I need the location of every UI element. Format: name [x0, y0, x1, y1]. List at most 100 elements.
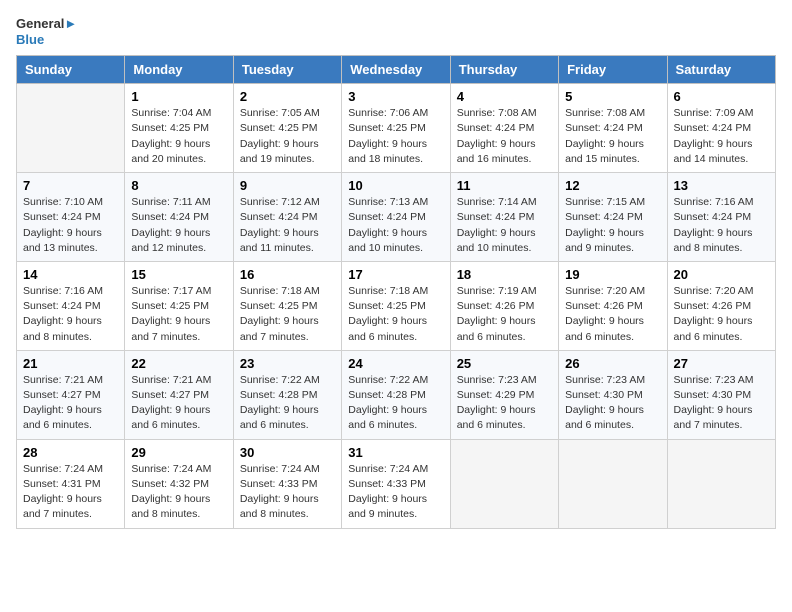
day-info: Sunrise: 7:24 AMSunset: 4:33 PMDaylight:… [240, 462, 335, 523]
day-number: 5 [565, 89, 660, 104]
calendar-cell: 7 Sunrise: 7:10 AMSunset: 4:24 PMDaylight… [17, 173, 125, 262]
calendar-cell: 20 Sunrise: 7:20 AMSunset: 4:26 PMDayligh… [667, 261, 775, 350]
calendar-cell: 29 Sunrise: 7:24 AMSunset: 4:32 PMDayligh… [125, 439, 233, 528]
calendar-cell [667, 439, 775, 528]
logo-blue: Blue [16, 32, 77, 48]
calendar-cell: 25 Sunrise: 7:23 AMSunset: 4:29 PMDayligh… [450, 350, 558, 439]
calendar-header: SundayMondayTuesdayWednesdayThursdayFrid… [17, 56, 776, 84]
day-number: 20 [674, 267, 769, 282]
day-info: Sunrise: 7:15 AMSunset: 4:24 PMDaylight:… [565, 195, 660, 256]
calendar-cell [450, 439, 558, 528]
day-info: Sunrise: 7:22 AMSunset: 4:28 PMDaylight:… [348, 373, 443, 434]
calendar-cell: 11 Sunrise: 7:14 AMSunset: 4:24 PMDayligh… [450, 173, 558, 262]
day-info: Sunrise: 7:20 AMSunset: 4:26 PMDaylight:… [565, 284, 660, 345]
day-number: 4 [457, 89, 552, 104]
calendar-cell: 18 Sunrise: 7:19 AMSunset: 4:26 PMDayligh… [450, 261, 558, 350]
calendar-cell: 15 Sunrise: 7:17 AMSunset: 4:25 PMDayligh… [125, 261, 233, 350]
calendar-week-1: 1 Sunrise: 7:04 AMSunset: 4:25 PMDaylight… [17, 84, 776, 173]
weekday-header-sunday: Sunday [17, 56, 125, 84]
day-info: Sunrise: 7:20 AMSunset: 4:26 PMDaylight:… [674, 284, 769, 345]
calendar-week-3: 14 Sunrise: 7:16 AMSunset: 4:24 PMDayligh… [17, 261, 776, 350]
calendar-cell: 12Sunrise: 7:15 AMSunset: 4:24 PMDayligh… [559, 173, 667, 262]
day-info: Sunrise: 7:19 AMSunset: 4:26 PMDaylight:… [457, 284, 552, 345]
day-info: Sunrise: 7:23 AMSunset: 4:29 PMDaylight:… [457, 373, 552, 434]
calendar-cell: 1 Sunrise: 7:04 AMSunset: 4:25 PMDaylight… [125, 84, 233, 173]
day-number: 9 [240, 178, 335, 193]
day-number: 11 [457, 178, 552, 193]
calendar-cell: 14 Sunrise: 7:16 AMSunset: 4:24 PMDayligh… [17, 261, 125, 350]
day-info: Sunrise: 7:18 AMSunset: 4:25 PMDaylight:… [348, 284, 443, 345]
weekday-header-monday: Monday [125, 56, 233, 84]
day-number: 29 [131, 445, 226, 460]
calendar-cell: 30 Sunrise: 7:24 AMSunset: 4:33 PMDayligh… [233, 439, 341, 528]
day-info: Sunrise: 7:24 AMSunset: 4:31 PMDaylight:… [23, 462, 118, 523]
day-info: Sunrise: 7:04 AMSunset: 4:25 PMDaylight:… [131, 106, 226, 167]
calendar-table: SundayMondayTuesdayWednesdayThursdayFrid… [16, 55, 776, 528]
day-info: Sunrise: 7:13 AMSunset: 4:24 PMDaylight:… [348, 195, 443, 256]
day-info: Sunrise: 7:08 AMSunset: 4:24 PMDaylight:… [565, 106, 660, 167]
day-number: 24 [348, 356, 443, 371]
day-info: Sunrise: 7:14 AMSunset: 4:24 PMDaylight:… [457, 195, 552, 256]
calendar-cell: 28 Sunrise: 7:24 AMSunset: 4:31 PMDayligh… [17, 439, 125, 528]
calendar-cell: 16 Sunrise: 7:18 AMSunset: 4:25 PMDayligh… [233, 261, 341, 350]
calendar-week-2: 7 Sunrise: 7:10 AMSunset: 4:24 PMDaylight… [17, 173, 776, 262]
day-number: 16 [240, 267, 335, 282]
day-info: Sunrise: 7:10 AMSunset: 4:24 PMDaylight:… [23, 195, 118, 256]
day-info: Sunrise: 7:18 AMSunset: 4:25 PMDaylight:… [240, 284, 335, 345]
calendar-cell [17, 84, 125, 173]
day-number: 30 [240, 445, 335, 460]
day-info: Sunrise: 7:23 AMSunset: 4:30 PMDaylight:… [674, 373, 769, 434]
day-info: Sunrise: 7:12 AMSunset: 4:24 PMDaylight:… [240, 195, 335, 256]
day-info: Sunrise: 7:11 AMSunset: 4:24 PMDaylight:… [131, 195, 226, 256]
day-info: Sunrise: 7:17 AMSunset: 4:25 PMDaylight:… [131, 284, 226, 345]
day-info: Sunrise: 7:06 AMSunset: 4:25 PMDaylight:… [348, 106, 443, 167]
day-number: 21 [23, 356, 118, 371]
day-number: 26 [565, 356, 660, 371]
calendar-cell: 23Sunrise: 7:22 AMSunset: 4:28 PMDayligh… [233, 350, 341, 439]
weekday-header-friday: Friday [559, 56, 667, 84]
calendar-cell: 31Sunrise: 7:24 AMSunset: 4:33 PMDayligh… [342, 439, 450, 528]
day-number: 6 [674, 89, 769, 104]
day-info: Sunrise: 7:16 AMSunset: 4:24 PMDaylight:… [23, 284, 118, 345]
day-number: 13 [674, 178, 769, 193]
calendar-cell: 26 Sunrise: 7:23 AMSunset: 4:30 PMDayligh… [559, 350, 667, 439]
calendar-cell: 4Sunrise: 7:08 AMSunset: 4:24 PMDaylight… [450, 84, 558, 173]
weekday-header-wednesday: Wednesday [342, 56, 450, 84]
calendar-cell: 3 Sunrise: 7:06 AMSunset: 4:25 PMDaylight… [342, 84, 450, 173]
day-number: 27 [674, 356, 769, 371]
calendar-cell: 6Sunrise: 7:09 AMSunset: 4:24 PMDaylight… [667, 84, 775, 173]
calendar-cell: 19 Sunrise: 7:20 AMSunset: 4:26 PMDayligh… [559, 261, 667, 350]
day-number: 14 [23, 267, 118, 282]
day-number: 3 [348, 89, 443, 104]
day-number: 1 [131, 89, 226, 104]
calendar-cell: 17 Sunrise: 7:18 AMSunset: 4:25 PMDayligh… [342, 261, 450, 350]
day-number: 2 [240, 89, 335, 104]
calendar-cell: 27 Sunrise: 7:23 AMSunset: 4:30 PMDayligh… [667, 350, 775, 439]
day-number: 18 [457, 267, 552, 282]
calendar-cell: 9 Sunrise: 7:12 AMSunset: 4:24 PMDaylight… [233, 173, 341, 262]
calendar-cell: 5 Sunrise: 7:08 AMSunset: 4:24 PMDaylight… [559, 84, 667, 173]
day-info: Sunrise: 7:21 AMSunset: 4:27 PMDaylight:… [131, 373, 226, 434]
calendar-week-4: 21 Sunrise: 7:21 AMSunset: 4:27 PMDayligh… [17, 350, 776, 439]
day-info: Sunrise: 7:21 AMSunset: 4:27 PMDaylight:… [23, 373, 118, 434]
day-number: 8 [131, 178, 226, 193]
day-info: Sunrise: 7:05 AMSunset: 4:25 PMDaylight:… [240, 106, 335, 167]
day-number: 7 [23, 178, 118, 193]
calendar-cell: 10Sunrise: 7:13 AMSunset: 4:24 PMDayligh… [342, 173, 450, 262]
day-number: 22 [131, 356, 226, 371]
weekday-header-thursday: Thursday [450, 56, 558, 84]
calendar-cell: 24 Sunrise: 7:22 AMSunset: 4:28 PMDayligh… [342, 350, 450, 439]
day-number: 28 [23, 445, 118, 460]
day-info: Sunrise: 7:24 AMSunset: 4:32 PMDaylight:… [131, 462, 226, 523]
day-info: Sunrise: 7:24 AMSunset: 4:33 PMDaylight:… [348, 462, 443, 523]
day-info: Sunrise: 7:23 AMSunset: 4:30 PMDaylight:… [565, 373, 660, 434]
day-number: 17 [348, 267, 443, 282]
day-number: 25 [457, 356, 552, 371]
day-number: 15 [131, 267, 226, 282]
day-number: 19 [565, 267, 660, 282]
day-info: Sunrise: 7:16 AMSunset: 4:24 PMDaylight:… [674, 195, 769, 256]
calendar-week-5: 28 Sunrise: 7:24 AMSunset: 4:31 PMDayligh… [17, 439, 776, 528]
logo-general: General► [16, 16, 77, 32]
calendar-cell: 2 Sunrise: 7:05 AMSunset: 4:25 PMDaylight… [233, 84, 341, 173]
day-number: 23 [240, 356, 335, 371]
